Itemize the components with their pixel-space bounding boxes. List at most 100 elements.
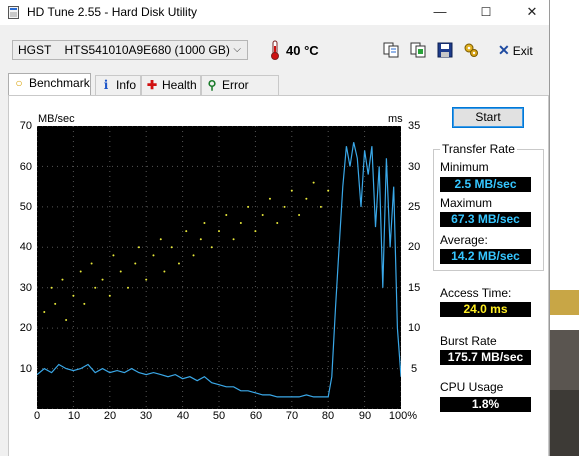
app-disk-icon bbox=[8, 6, 19, 19]
access-time-point bbox=[72, 294, 75, 297]
access-time-point bbox=[163, 270, 166, 273]
lightbulb-icon: ○ bbox=[15, 76, 23, 90]
access-time-point bbox=[61, 278, 64, 281]
access-time-point bbox=[101, 278, 104, 281]
access-time-point bbox=[134, 262, 137, 265]
access-time-point bbox=[185, 230, 188, 233]
x-tick-label: 30 bbox=[139, 410, 153, 422]
access-time-point bbox=[94, 286, 97, 289]
access-time-point bbox=[247, 205, 250, 208]
access-time-point bbox=[192, 254, 195, 257]
access-time-point bbox=[232, 238, 235, 241]
cpu-usage-value: 1.8% bbox=[440, 397, 531, 412]
start-button[interactable]: Start bbox=[452, 107, 524, 128]
info-icon: i bbox=[103, 78, 109, 92]
chevron-down-icon: ⌵ bbox=[233, 44, 241, 55]
tab-label: Health bbox=[162, 78, 197, 92]
thermometer-icon bbox=[271, 40, 279, 60]
access-time-label: Access Time: bbox=[440, 286, 512, 300]
access-time-point bbox=[83, 302, 86, 305]
app-window: HD Tune 2.55 - Hard Disk Utility — ☐ ✕ H… bbox=[0, 0, 550, 456]
y-tick-label: 40 bbox=[19, 241, 32, 253]
tab-health[interactable]: ✚ Health bbox=[141, 75, 201, 95]
minimize-button[interactable]: — bbox=[417, 0, 463, 25]
y-tick-label: 30 bbox=[19, 282, 32, 294]
access-time-point bbox=[145, 278, 148, 281]
y-tick-label: 50 bbox=[19, 201, 32, 213]
access-time-point bbox=[218, 230, 220, 233]
access-time-point bbox=[119, 270, 122, 273]
save-icon[interactable] bbox=[436, 41, 454, 59]
x-tick-label: 80 bbox=[321, 410, 335, 422]
access-time-point bbox=[54, 302, 57, 305]
access-time-point bbox=[159, 238, 162, 241]
x-tick-label: 50 bbox=[212, 410, 226, 422]
right-axis-unit: ms bbox=[388, 113, 403, 125]
access-time-point bbox=[203, 222, 206, 225]
y2-tick-label: 5 bbox=[411, 363, 418, 375]
average-label: Average: bbox=[440, 233, 488, 247]
access-time-point bbox=[127, 286, 129, 289]
access-time-point bbox=[177, 262, 180, 265]
y-tick-label: 60 bbox=[19, 161, 32, 173]
x-tick-label: 60 bbox=[249, 410, 263, 422]
access-time-point bbox=[170, 246, 173, 249]
y2-tick-label: 15 bbox=[408, 282, 421, 294]
exit-label: Exit bbox=[512, 44, 533, 58]
access-time-point bbox=[276, 222, 279, 225]
magnifier-icon: ⚲ bbox=[207, 78, 217, 92]
access-time-point bbox=[254, 230, 257, 233]
access-time-point bbox=[199, 238, 202, 241]
access-time-point bbox=[239, 222, 242, 225]
access-time-point bbox=[319, 205, 322, 208]
background-desktop bbox=[550, 0, 579, 456]
access-time-point bbox=[43, 310, 46, 313]
tab-benchmark[interactable]: ○ Benchmark bbox=[8, 73, 91, 95]
tab-label: Info bbox=[116, 78, 137, 92]
minimum-value: 2.5 MB/sec bbox=[440, 177, 531, 192]
access-time-point bbox=[50, 286, 53, 289]
x-tick-label: 90 bbox=[358, 410, 372, 422]
burst-rate-label: Burst Rate bbox=[440, 334, 497, 348]
title-bar[interactable]: HD Tune 2.55 - Hard Disk Utility — ☐ ✕ bbox=[0, 0, 549, 25]
access-time-point bbox=[268, 197, 271, 200]
access-time-point bbox=[312, 181, 315, 184]
maximum-label: Maximum bbox=[440, 196, 493, 210]
y2-tick-label: 20 bbox=[408, 241, 421, 253]
copy-icon[interactable] bbox=[382, 41, 400, 59]
access-time-point bbox=[327, 189, 330, 192]
x-tick-label: 70 bbox=[285, 410, 299, 422]
left-axis-unit: MB/sec bbox=[38, 113, 75, 125]
access-time-value: 24.0 ms bbox=[440, 302, 531, 317]
y-tick-label: 20 bbox=[19, 322, 32, 334]
exit-button[interactable]: ✕ Exit bbox=[498, 42, 533, 59]
drive-select[interactable]: HGST HTS541010A9E680 (1000 GB) ⌵ bbox=[12, 40, 248, 60]
access-time-point bbox=[261, 213, 264, 216]
options-icon[interactable] bbox=[462, 41, 480, 59]
access-time-point bbox=[65, 319, 68, 322]
x-tick-label: 20 bbox=[103, 410, 117, 422]
average-value: 14.2 MB/sec bbox=[440, 249, 531, 264]
benchmark-chart-svg bbox=[36, 125, 402, 410]
y-tick-label: 70 bbox=[19, 120, 32, 132]
y2-tick-label: 25 bbox=[408, 201, 421, 213]
tab-info[interactable]: i Info bbox=[95, 75, 141, 95]
y2-tick-label: 10 bbox=[408, 322, 421, 334]
y2-tick-label: 30 bbox=[408, 161, 421, 173]
drive-select-value: HGST HTS541010A9E680 (1000 GB) bbox=[18, 43, 230, 57]
access-time-point bbox=[283, 205, 286, 208]
access-time-point bbox=[290, 189, 293, 192]
copy-all-icon[interactable] bbox=[409, 41, 427, 59]
benchmark-chart bbox=[36, 125, 402, 410]
access-time-point bbox=[305, 197, 308, 200]
access-time-point bbox=[210, 246, 213, 249]
tab-label: Benchmark bbox=[29, 76, 90, 90]
burst-rate-value: 175.7 MB/sec bbox=[440, 350, 531, 365]
access-time-point bbox=[112, 254, 115, 257]
tab-error-scan[interactable]: ⚲Error Scan bbox=[201, 75, 279, 111]
transfer-rate-title: Transfer Rate bbox=[440, 142, 517, 156]
close-button[interactable]: ✕ bbox=[509, 0, 555, 25]
access-time-point bbox=[137, 246, 140, 249]
maximize-button[interactable]: ☐ bbox=[463, 0, 509, 25]
access-time-point bbox=[90, 262, 93, 265]
